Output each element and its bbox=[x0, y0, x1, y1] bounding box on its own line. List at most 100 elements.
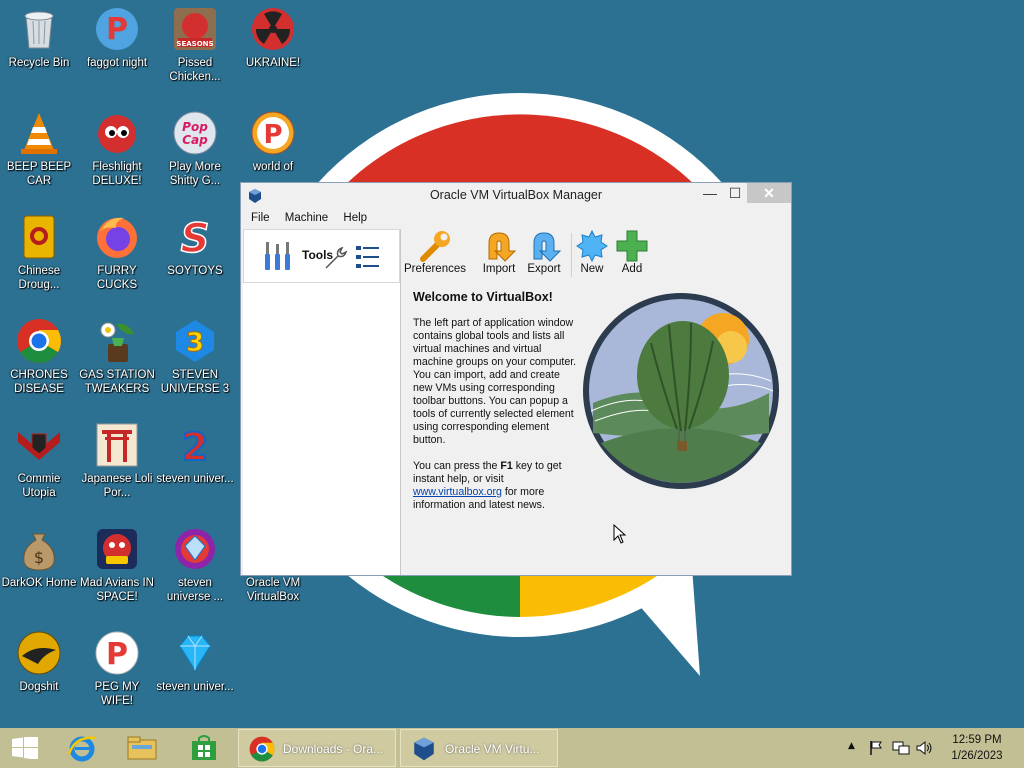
desktop-icon-soytoys[interactable]: S SOYTOYS bbox=[156, 208, 234, 278]
desktop-icon-steven-universe-3[interactable]: 3 STEVEN UNIVERSE 3 bbox=[156, 312, 234, 396]
taskbar-app-virtualbox[interactable]: Oracle VM Virtu... bbox=[400, 729, 558, 767]
svg-text:S: S bbox=[181, 216, 210, 260]
desktop-icon-gas-station-tweakers[interactable]: GAS STATION TWEAKERS bbox=[78, 312, 156, 396]
angry-bird-seasons-icon: SEASONS bbox=[172, 6, 218, 52]
new-button[interactable]: New bbox=[575, 229, 609, 275]
virtualbox-icon bbox=[414, 737, 434, 761]
torii-gate-icon bbox=[94, 422, 140, 468]
desktop-icon-chinese-droug[interactable]: Chinese Droug... bbox=[0, 208, 78, 292]
vlc-cone-icon bbox=[16, 110, 62, 156]
recycle-bin-icon bbox=[16, 6, 62, 52]
svg-text:$: $ bbox=[34, 548, 44, 567]
desktop-icon-play-more[interactable]: Pop Cap Play More Shitty G... bbox=[156, 104, 234, 188]
peggle-icon: P bbox=[94, 6, 140, 52]
preferences-wrench-icon bbox=[420, 231, 450, 262]
show-hidden-icons-chevron-icon[interactable]: ▲ bbox=[848, 741, 855, 751]
desktop-icon-steven-univer-2[interactable]: 2 steven univer... bbox=[156, 416, 234, 486]
desktop-icon-dogshit[interactable]: Dogshit bbox=[0, 624, 78, 694]
mahjong-tile-icon bbox=[16, 214, 62, 260]
svg-text:P: P bbox=[106, 12, 128, 47]
taskbar-clock[interactable]: 12:59 PM 1/26/2023 bbox=[940, 732, 1014, 764]
desktop-icon-japanese-loli[interactable]: Japanese Loli Por... bbox=[78, 416, 156, 500]
start-button[interactable] bbox=[0, 728, 52, 768]
wrench-icon bbox=[325, 246, 348, 269]
desktop-icon-darkok-home[interactable]: $ DarkOK Home bbox=[0, 520, 78, 590]
svg-text:SEASONS: SEASONS bbox=[176, 40, 213, 48]
desktop-icon-commie-utopia[interactable]: Commie Utopia bbox=[0, 416, 78, 500]
tools-icon bbox=[265, 242, 290, 270]
welcome-panel: Welcome to VirtualBox! The left part of … bbox=[413, 291, 581, 525]
popcap-icon: Pop Cap bbox=[172, 110, 218, 156]
internet-explorer-icon bbox=[67, 736, 96, 762]
taskbar-internet-explorer[interactable] bbox=[56, 728, 108, 768]
machine-list-pane[interactable]: Tools bbox=[243, 229, 401, 575]
radiation-icon bbox=[250, 6, 296, 52]
flower-plant-icon bbox=[94, 318, 140, 364]
clock-date: 1/26/2023 bbox=[951, 750, 1003, 762]
svg-text:3: 3 bbox=[186, 328, 204, 358]
welcome-help-text: You can press the F1 key to get instant … bbox=[413, 460, 562, 511]
desktop-icon-peg-my-wife[interactable]: P PEG MY WIFE! bbox=[78, 624, 156, 708]
diamond-ring-icon bbox=[172, 526, 218, 572]
number-three-gem-icon: 3 bbox=[172, 318, 218, 364]
tools-item[interactable]: Tools bbox=[243, 229, 400, 283]
red-s-icon: S bbox=[172, 214, 218, 263]
desktop-icon-steven-univer-diamond[interactable]: steven univer... bbox=[156, 624, 234, 694]
windows-logo-icon bbox=[12, 737, 38, 759]
mouse-cursor-icon bbox=[613, 524, 627, 544]
preferences-button[interactable]: Preferences bbox=[403, 229, 467, 275]
desktop-icon-fleshlight-deluxe[interactable]: Fleshlight DELUXE! bbox=[78, 104, 156, 188]
import-arrow-icon bbox=[488, 232, 517, 262]
red-fuzzball-icon bbox=[94, 110, 140, 156]
taskbar-file-explorer[interactable] bbox=[116, 728, 168, 768]
svg-text:P: P bbox=[106, 637, 128, 672]
export-arrow-icon bbox=[533, 232, 562, 262]
menu-machine[interactable]: Machine bbox=[281, 209, 336, 224]
add-button[interactable]: Add bbox=[615, 229, 649, 275]
desktop-icon-steven-universe-gem[interactable]: steven universe ... bbox=[156, 520, 234, 604]
firefox-icon bbox=[94, 214, 140, 260]
chrome-icon bbox=[16, 318, 62, 364]
virtualbox-website-link[interactable]: www.virtualbox.org bbox=[413, 486, 502, 498]
welcome-heading: Welcome to VirtualBox! bbox=[413, 290, 553, 304]
eagle-gold-icon bbox=[16, 630, 62, 676]
minimize-button[interactable]: — bbox=[696, 183, 724, 203]
taskbar: Downloads - Ora... Oracle VM Virtu... ▲ … bbox=[0, 728, 1024, 768]
network-icon[interactable] bbox=[892, 740, 910, 756]
window-titlebar[interactable]: Oracle VM VirtualBox Manager — ☐ ✕ bbox=[241, 183, 791, 209]
close-button[interactable]: ✕ bbox=[747, 183, 791, 203]
svg-text:Cap: Cap bbox=[182, 133, 208, 147]
chrome-icon bbox=[249, 736, 275, 762]
export-button[interactable]: Export bbox=[524, 229, 564, 275]
menu-file[interactable]: File bbox=[241, 209, 278, 224]
welcome-description: The left part of application window cont… bbox=[413, 317, 577, 446]
folder-icon bbox=[127, 736, 157, 760]
desktop-icon-beep-beep-car[interactable]: BEEP BEEP CAR bbox=[0, 104, 78, 188]
money-bag-icon: $ bbox=[16, 526, 62, 572]
taskbar-store[interactable] bbox=[176, 728, 232, 768]
desktop-icon-mad-avians[interactable]: Mad Avians IN SPACE! bbox=[78, 520, 156, 604]
taskbar-app-chrome-downloads[interactable]: Downloads - Ora... bbox=[238, 729, 396, 767]
number-two-icon: 2 bbox=[172, 422, 218, 470]
desktop-icon-pissed-chicken[interactable]: SEASONS Pissed Chicken... bbox=[156, 0, 234, 84]
desktop-icon-chrones-disease[interactable]: CHRONES DISEASE bbox=[0, 312, 78, 396]
desktop-icon-recycle-bin[interactable]: Recycle Bin bbox=[0, 0, 78, 70]
menu-help[interactable]: Help bbox=[339, 209, 375, 224]
desktop-icon-world-of[interactable]: P world of bbox=[234, 104, 312, 174]
system-tray: ▲ bbox=[844, 728, 936, 768]
clock-time: 12:59 PM bbox=[952, 734, 1002, 746]
desktop-icon-furry-cucks[interactable]: FURRY CUCKS bbox=[78, 208, 156, 292]
svg-text:2: 2 bbox=[182, 425, 208, 468]
toolbar-separator bbox=[571, 233, 572, 277]
list-menu-icon[interactable] bbox=[354, 243, 382, 271]
import-button[interactable]: Import bbox=[479, 229, 519, 275]
peggle-icon: P bbox=[250, 110, 296, 156]
action-center-flag-icon[interactable] bbox=[868, 740, 884, 756]
maximize-button[interactable]: ☐ bbox=[721, 183, 749, 203]
desktop-icon-ukraine[interactable]: UKRAINE! bbox=[234, 0, 312, 70]
angry-bird-space-icon bbox=[94, 526, 140, 572]
f1-key: F1 bbox=[500, 460, 513, 472]
desktop-icon-faggot-night[interactable]: P faggot night bbox=[78, 0, 156, 70]
add-plus-icon bbox=[616, 230, 648, 262]
volume-speaker-icon[interactable] bbox=[916, 740, 934, 756]
